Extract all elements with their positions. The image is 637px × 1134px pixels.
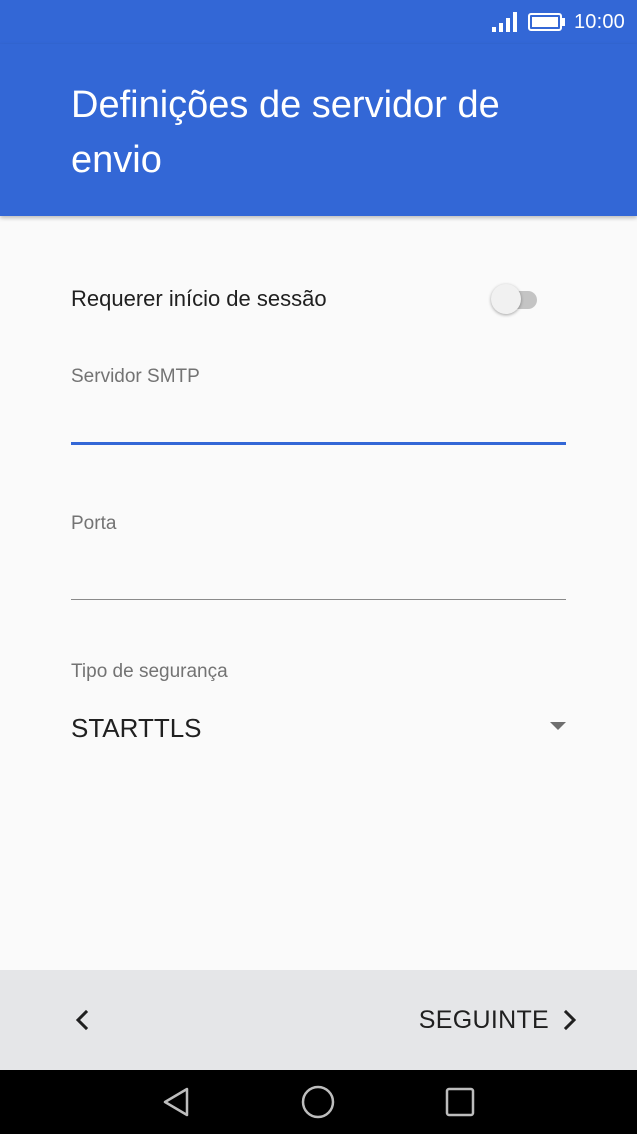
security-type-label: Tipo de segurança bbox=[71, 661, 228, 682]
smtp-server-label: Servidor SMTP bbox=[71, 366, 200, 387]
status-icons: 10:00 bbox=[491, 10, 625, 34]
page-title: Definições de servidor de envio bbox=[71, 84, 500, 181]
next-button-label: SEGUINTE bbox=[418, 1005, 549, 1034]
signal-icon bbox=[491, 12, 517, 32]
port-label: Porta bbox=[71, 513, 117, 534]
back-button[interactable] bbox=[58, 996, 106, 1044]
toggle-thumb bbox=[491, 284, 521, 314]
back-triangle-icon bbox=[163, 1087, 189, 1117]
require-login-row[interactable]: Requerer início de sessão bbox=[71, 280, 566, 318]
nav-back-button[interactable] bbox=[159, 1084, 195, 1120]
smtp-server-input[interactable] bbox=[71, 400, 566, 438]
chevron-left-icon bbox=[75, 1009, 89, 1031]
app-header: Definições de servidor de envio bbox=[0, 44, 637, 216]
security-type-select[interactable]: STARTTLS bbox=[71, 705, 566, 751]
battery-icon bbox=[527, 13, 565, 31]
settings-form: Requerer início de sessão Servidor SMTP … bbox=[0, 216, 637, 970]
require-login-label: Requerer início de sessão bbox=[71, 286, 327, 311]
status-bar: 10:00 bbox=[0, 0, 637, 44]
chevron-right-icon bbox=[563, 1009, 577, 1031]
nav-recents-button[interactable] bbox=[442, 1084, 478, 1120]
status-time: 10:00 bbox=[573, 10, 625, 33]
security-type-value: STARTTLS bbox=[71, 713, 202, 743]
require-login-toggle[interactable] bbox=[491, 283, 547, 315]
home-circle-icon bbox=[301, 1085, 335, 1119]
security-type-field: Tipo de segurança STARTTLS bbox=[71, 661, 566, 751]
dropdown-arrow-icon bbox=[550, 722, 566, 730]
nav-home-button[interactable] bbox=[300, 1084, 336, 1120]
next-button[interactable]: SEGUINTE bbox=[419, 996, 579, 1044]
port-input[interactable] bbox=[71, 547, 566, 585]
bottom-action-bar: SEGUINTE bbox=[0, 970, 637, 1070]
recents-square-icon bbox=[445, 1087, 475, 1117]
smtp-server-underline bbox=[71, 442, 566, 445]
port-underline bbox=[71, 599, 566, 600]
system-nav-bar bbox=[0, 1070, 637, 1134]
